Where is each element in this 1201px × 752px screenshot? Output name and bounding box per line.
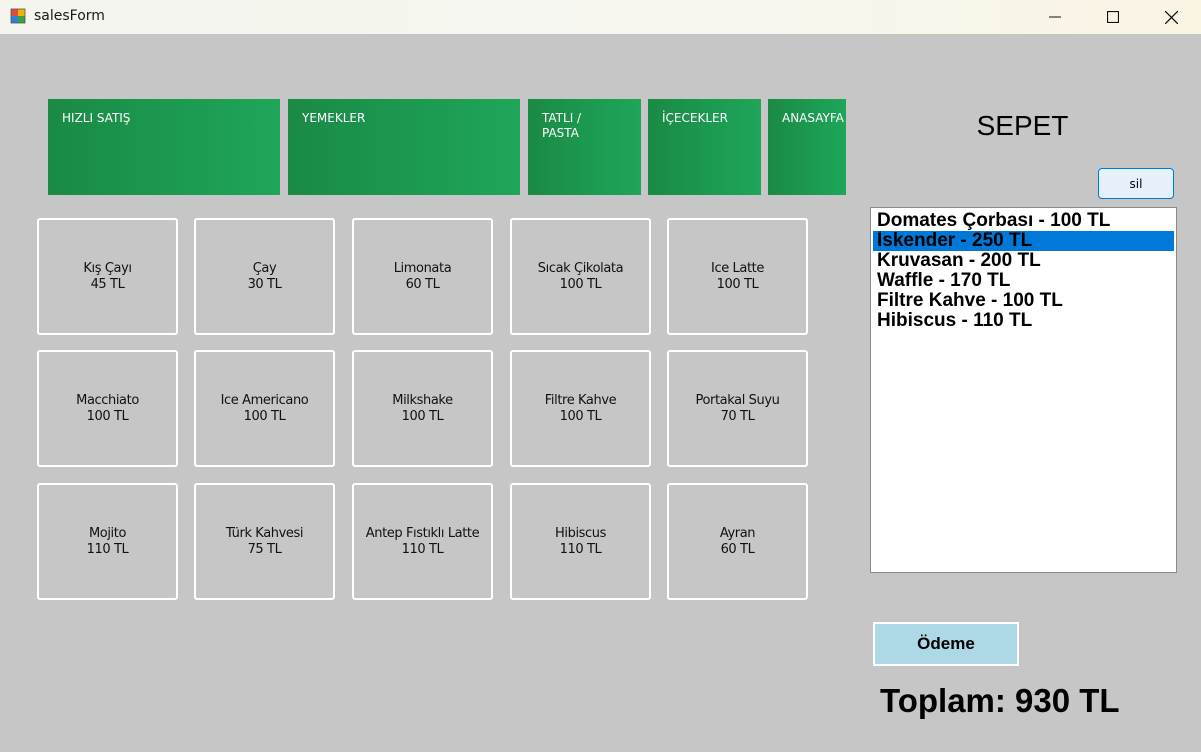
product-name: Mojito <box>88 525 127 541</box>
product-name: Macchiato <box>76 392 139 408</box>
category-yemekler-button[interactable]: YEMEKLER <box>288 99 520 195</box>
cart-title: SEPET <box>976 110 1069 141</box>
cart-list-item[interactable]: Kruvasan - 200 TL <box>873 251 1174 271</box>
product-button[interactable]: Ice Latte 100 TL <box>667 218 808 335</box>
product-button[interactable]: Ayran 60 TL <box>667 483 808 600</box>
product-name: Kış Çayı <box>83 260 132 276</box>
product-button[interactable]: Mojito 110 TL <box>37 483 178 600</box>
product-price: 100 TL <box>243 408 286 424</box>
product-name: Çay <box>252 260 277 276</box>
product-price: 30 TL <box>247 276 282 292</box>
product-name: Limonata <box>393 260 452 276</box>
product-name: Filtre Kahve <box>544 392 617 408</box>
product-button[interactable]: Türk Kahvesi 75 TL <box>194 483 335 600</box>
product-name: Türk Kahvesi <box>225 525 304 541</box>
product-price: 100 TL <box>86 408 129 424</box>
category-icecekler-button[interactable]: İÇECEKLER <box>648 99 761 195</box>
product-name: Ice Latte <box>711 260 764 276</box>
product-button[interactable]: Çay 30 TL <box>194 218 335 335</box>
product-price: 110 TL <box>86 541 129 557</box>
minimize-button[interactable] <box>1026 0 1084 34</box>
close-icon <box>1164 10 1178 24</box>
cart-list-item[interactable]: Domates Çorbası - 100 TL <box>873 211 1174 231</box>
product-price: 60 TL <box>720 541 755 557</box>
product-button[interactable]: Sıcak Çikolata 100 TL <box>510 218 651 335</box>
product-name: Sıcak Çikolata <box>537 260 624 276</box>
product-button[interactable]: Portakal Suyu 70 TL <box>667 350 808 467</box>
cart-list-item[interactable]: Hibiscus - 110 TL <box>873 311 1174 331</box>
total-label: Toplam: 930 TL <box>880 682 1120 719</box>
product-price: 75 TL <box>247 541 282 557</box>
product-price: 60 TL <box>405 276 440 292</box>
category-hizli-satis-button[interactable]: HIZLI SATIŞ <box>48 99 280 195</box>
cart-list-item[interactable]: Filtre Kahve - 100 TL <box>873 291 1174 311</box>
product-button[interactable]: Limonata 60 TL <box>352 218 493 335</box>
delete-item-button[interactable]: sil <box>1098 168 1174 199</box>
product-price: 70 TL <box>720 408 755 424</box>
window-title: salesForm <box>34 8 105 24</box>
product-button[interactable]: Hibiscus 110 TL <box>510 483 651 600</box>
title-bar: salesForm <box>0 0 1201 34</box>
product-name: Portakal Suyu <box>695 392 780 408</box>
product-button[interactable]: Antep Fıstıklı Latte 110 TL <box>352 483 493 600</box>
product-name: Antep Fıstıklı Latte <box>365 525 480 541</box>
product-price: 45 TL <box>90 276 125 292</box>
category-tatli-pasta-button[interactable]: TATLI / PASTA <box>528 99 641 195</box>
windows-forms-icon <box>10 8 26 24</box>
minimize-icon <box>1049 16 1061 18</box>
product-price: 100 TL <box>559 408 602 424</box>
cart-list-item-selected[interactable]: İskender - 250 TL <box>873 231 1174 251</box>
product-price: 110 TL <box>559 541 602 557</box>
close-button[interactable] <box>1142 0 1200 34</box>
category-anasayfa-button[interactable]: ANASAYFA <box>768 99 846 195</box>
product-name: Ice Americano <box>220 392 309 408</box>
product-name: Milkshake <box>392 392 453 408</box>
product-button[interactable]: Ice Americano 100 TL <box>194 350 335 467</box>
payment-button[interactable]: Ödeme <box>873 622 1019 666</box>
product-name: Hibiscus <box>555 525 606 541</box>
product-price: 100 TL <box>716 276 759 292</box>
product-button[interactable]: Milkshake 100 TL <box>352 350 493 467</box>
product-button[interactable]: Filtre Kahve 100 TL <box>510 350 651 467</box>
product-price: 100 TL <box>559 276 602 292</box>
product-price: 110 TL <box>401 541 444 557</box>
product-price: 100 TL <box>401 408 444 424</box>
cart-listbox[interactable]: Domates Çorbası - 100 TL İskender - 250 … <box>870 207 1177 573</box>
product-button[interactable]: Macchiato 100 TL <box>37 350 178 467</box>
maximize-button[interactable] <box>1084 0 1142 34</box>
product-button[interactable]: Kış Çayı 45 TL <box>37 218 178 335</box>
maximize-icon <box>1107 11 1119 23</box>
cart-list-item[interactable]: Waffle - 170 TL <box>873 271 1174 291</box>
product-name: Ayran <box>719 525 756 541</box>
